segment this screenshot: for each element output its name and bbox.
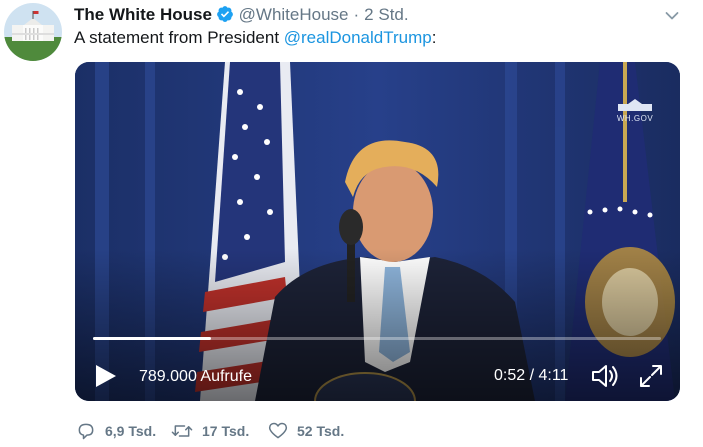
tweet-text-suffix: : — [431, 28, 437, 47]
reply-icon — [78, 423, 94, 440]
tweet-header: The White House @WhiteHouse · 2 Std. — [74, 4, 409, 26]
like-icon — [268, 422, 288, 439]
author-handle[interactable]: @WhiteHouse — [239, 5, 349, 24]
volume-icon[interactable] — [590, 362, 622, 390]
like-count: 52 Tsd. — [297, 423, 345, 439]
video-timecode: 0:52 / 4:11 — [494, 367, 569, 384]
retweet-count: 17 Tsd. — [202, 423, 250, 439]
avatar[interactable] — [4, 3, 62, 61]
reply-count: 6,9 Tsd. — [105, 423, 157, 439]
video-watermark: WH.GOV — [616, 98, 654, 123]
chevron-down-icon[interactable] — [664, 8, 680, 24]
tweet-text: A statement from President @realDonaldTr… — [74, 27, 436, 49]
verified-badge-icon — [217, 6, 233, 22]
author-name[interactable]: The White House — [74, 5, 212, 24]
retweet-icon — [171, 425, 193, 437]
white-house-logo-icon — [618, 99, 652, 111]
play-icon[interactable] — [91, 362, 119, 390]
mention-link[interactable]: @realDonaldTrump — [284, 28, 432, 47]
view-count: 789.000 Aufrufe — [139, 368, 252, 385]
video-progress-bar[interactable] — [93, 337, 661, 340]
separator-dot: · — [353, 5, 360, 24]
reply-button[interactable]: 6,9 Tsd. — [76, 421, 156, 441]
watermark-text: WH.GOV — [616, 114, 654, 123]
tweet-text-body: A statement from President — [74, 28, 284, 47]
white-house-avatar-image — [4, 3, 62, 61]
video-progress-fill — [93, 337, 211, 340]
tweet-timestamp[interactable]: 2 Std. — [364, 5, 408, 24]
video-frame — [75, 62, 680, 401]
video-player[interactable]: WH.GOV 789.000 Aufrufe 0:52 / 4:11 — [75, 62, 680, 401]
like-button[interactable]: 52 Tsd. — [268, 421, 344, 441]
retweet-button[interactable]: 17 Tsd. — [171, 421, 249, 441]
fullscreen-icon[interactable] — [637, 362, 665, 390]
